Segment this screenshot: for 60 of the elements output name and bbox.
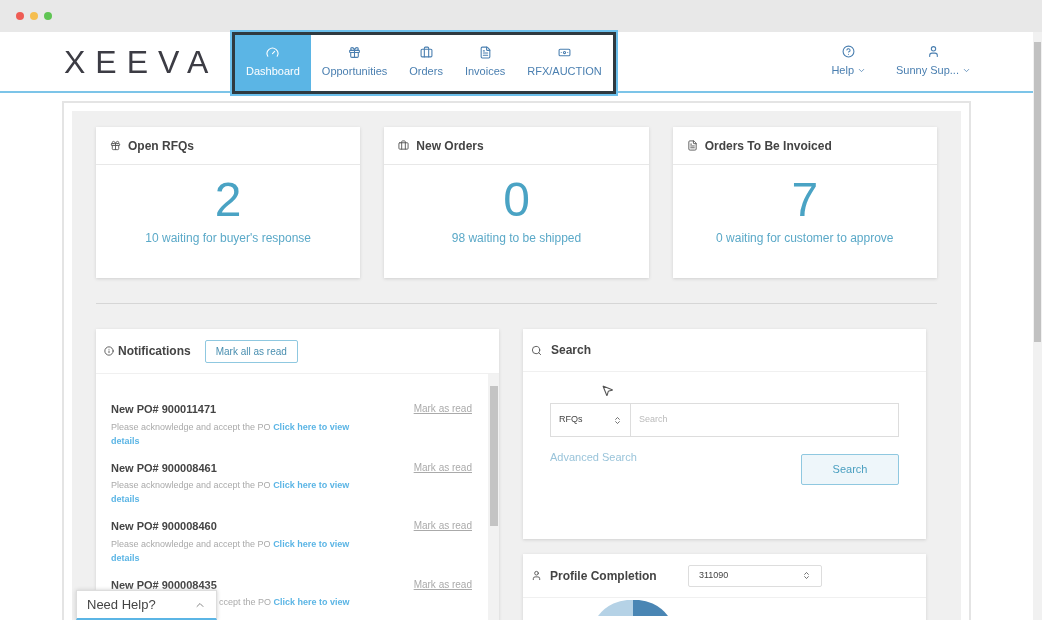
mark-as-read-link[interactable]: Mark as read — [413, 401, 472, 416]
mark-as-read-link[interactable]: Mark as read — [413, 576, 472, 592]
scrollbar-thumb[interactable] — [489, 386, 498, 526]
scrollbar[interactable] — [488, 374, 499, 620]
details-link[interactable]: Click here to view — [273, 421, 350, 432]
select-arrows-icon — [613, 415, 622, 425]
header-menu[interactable]: Help — [831, 44, 866, 79]
details-link[interactable]: Click here to view — [273, 538, 350, 549]
stat-value: 2 — [214, 175, 242, 225]
details-link[interactable]: details — [111, 494, 140, 504]
profile-select[interactable]: 311090 — [688, 564, 822, 587]
stat-value: 7 — [791, 175, 819, 225]
help-icon — [842, 44, 856, 58]
notification-text: Please acknowledge and accept the PO Click here to view details — [111, 479, 351, 506]
mark-all-read-button[interactable]: Mark all as read — [204, 339, 298, 363]
briefcase-icon — [398, 140, 410, 151]
gauge-icon — [266, 45, 280, 59]
card-title: Orders To Be Invoiced — [704, 137, 832, 155]
advanced-search-link[interactable]: Advanced Search — [550, 449, 637, 485]
logo[interactable]: XEEVA — [64, 37, 232, 86]
need-help-widget[interactable]: Need Help? — [76, 590, 217, 620]
page-scrollbar[interactable] — [1033, 32, 1042, 620]
stat-caption: 0 waiting for customer to approve — [716, 230, 894, 247]
page-scrollbar-thumb[interactable] — [1034, 42, 1041, 342]
search-icon — [531, 344, 542, 356]
user-icon — [531, 570, 542, 581]
details-link[interactable]: details — [111, 435, 140, 446]
document-icon — [478, 45, 492, 59]
user-icon — [927, 44, 940, 58]
notification-title: New PO# 900008435 — [111, 577, 218, 593]
card-title: New Orders — [416, 137, 484, 155]
mouse-cursor-icon — [601, 384, 614, 397]
panel-title: Profile Completion — [550, 567, 658, 585]
document-icon — [686, 140, 698, 151]
info-icon — [104, 346, 114, 356]
stat-caption: 10 waiting for buyer's response — [145, 230, 311, 247]
panel-title: Search — [551, 342, 592, 359]
details-link[interactable]: details — [111, 552, 140, 563]
briefcase-icon — [419, 45, 433, 59]
panel-title: Notifications — [118, 343, 191, 360]
type-select[interactable]: RFQs — [550, 403, 631, 437]
search-button[interactable]: Search — [801, 454, 899, 485]
card-title: Open RFQs — [128, 137, 194, 155]
notification-title: New PO# 900008461 — [111, 460, 218, 476]
search-field[interactable]: Search — [631, 403, 899, 437]
notification-text: Please acknowledge and accept the PO Click here to view details — [111, 420, 351, 448]
gift-icon — [348, 45, 362, 59]
header-menu[interactable]: Sunny Sup... — [896, 44, 971, 79]
nav-tab[interactable]: Dashboard — [235, 34, 311, 91]
stat-value: 0 — [503, 175, 530, 225]
stat-caption: 98 waiting to be shipped — [451, 230, 582, 247]
mark-as-read-link[interactable]: Mark as read — [413, 459, 472, 475]
details-link[interactable]: Click here to view — [273, 480, 350, 490]
notification-title: New PO# 900008460 — [111, 519, 218, 534]
select-arrows-icon — [802, 571, 811, 580]
gift-icon — [110, 140, 121, 151]
notification-title: New PO# 900011471 — [111, 402, 218, 417]
details-link[interactable]: Click here to view — [273, 597, 350, 607]
mark-as-read-link[interactable]: Mark as read — [413, 518, 472, 533]
notification-text: Please acknowledge and accept the PO Click here to view details — [111, 537, 351, 565]
